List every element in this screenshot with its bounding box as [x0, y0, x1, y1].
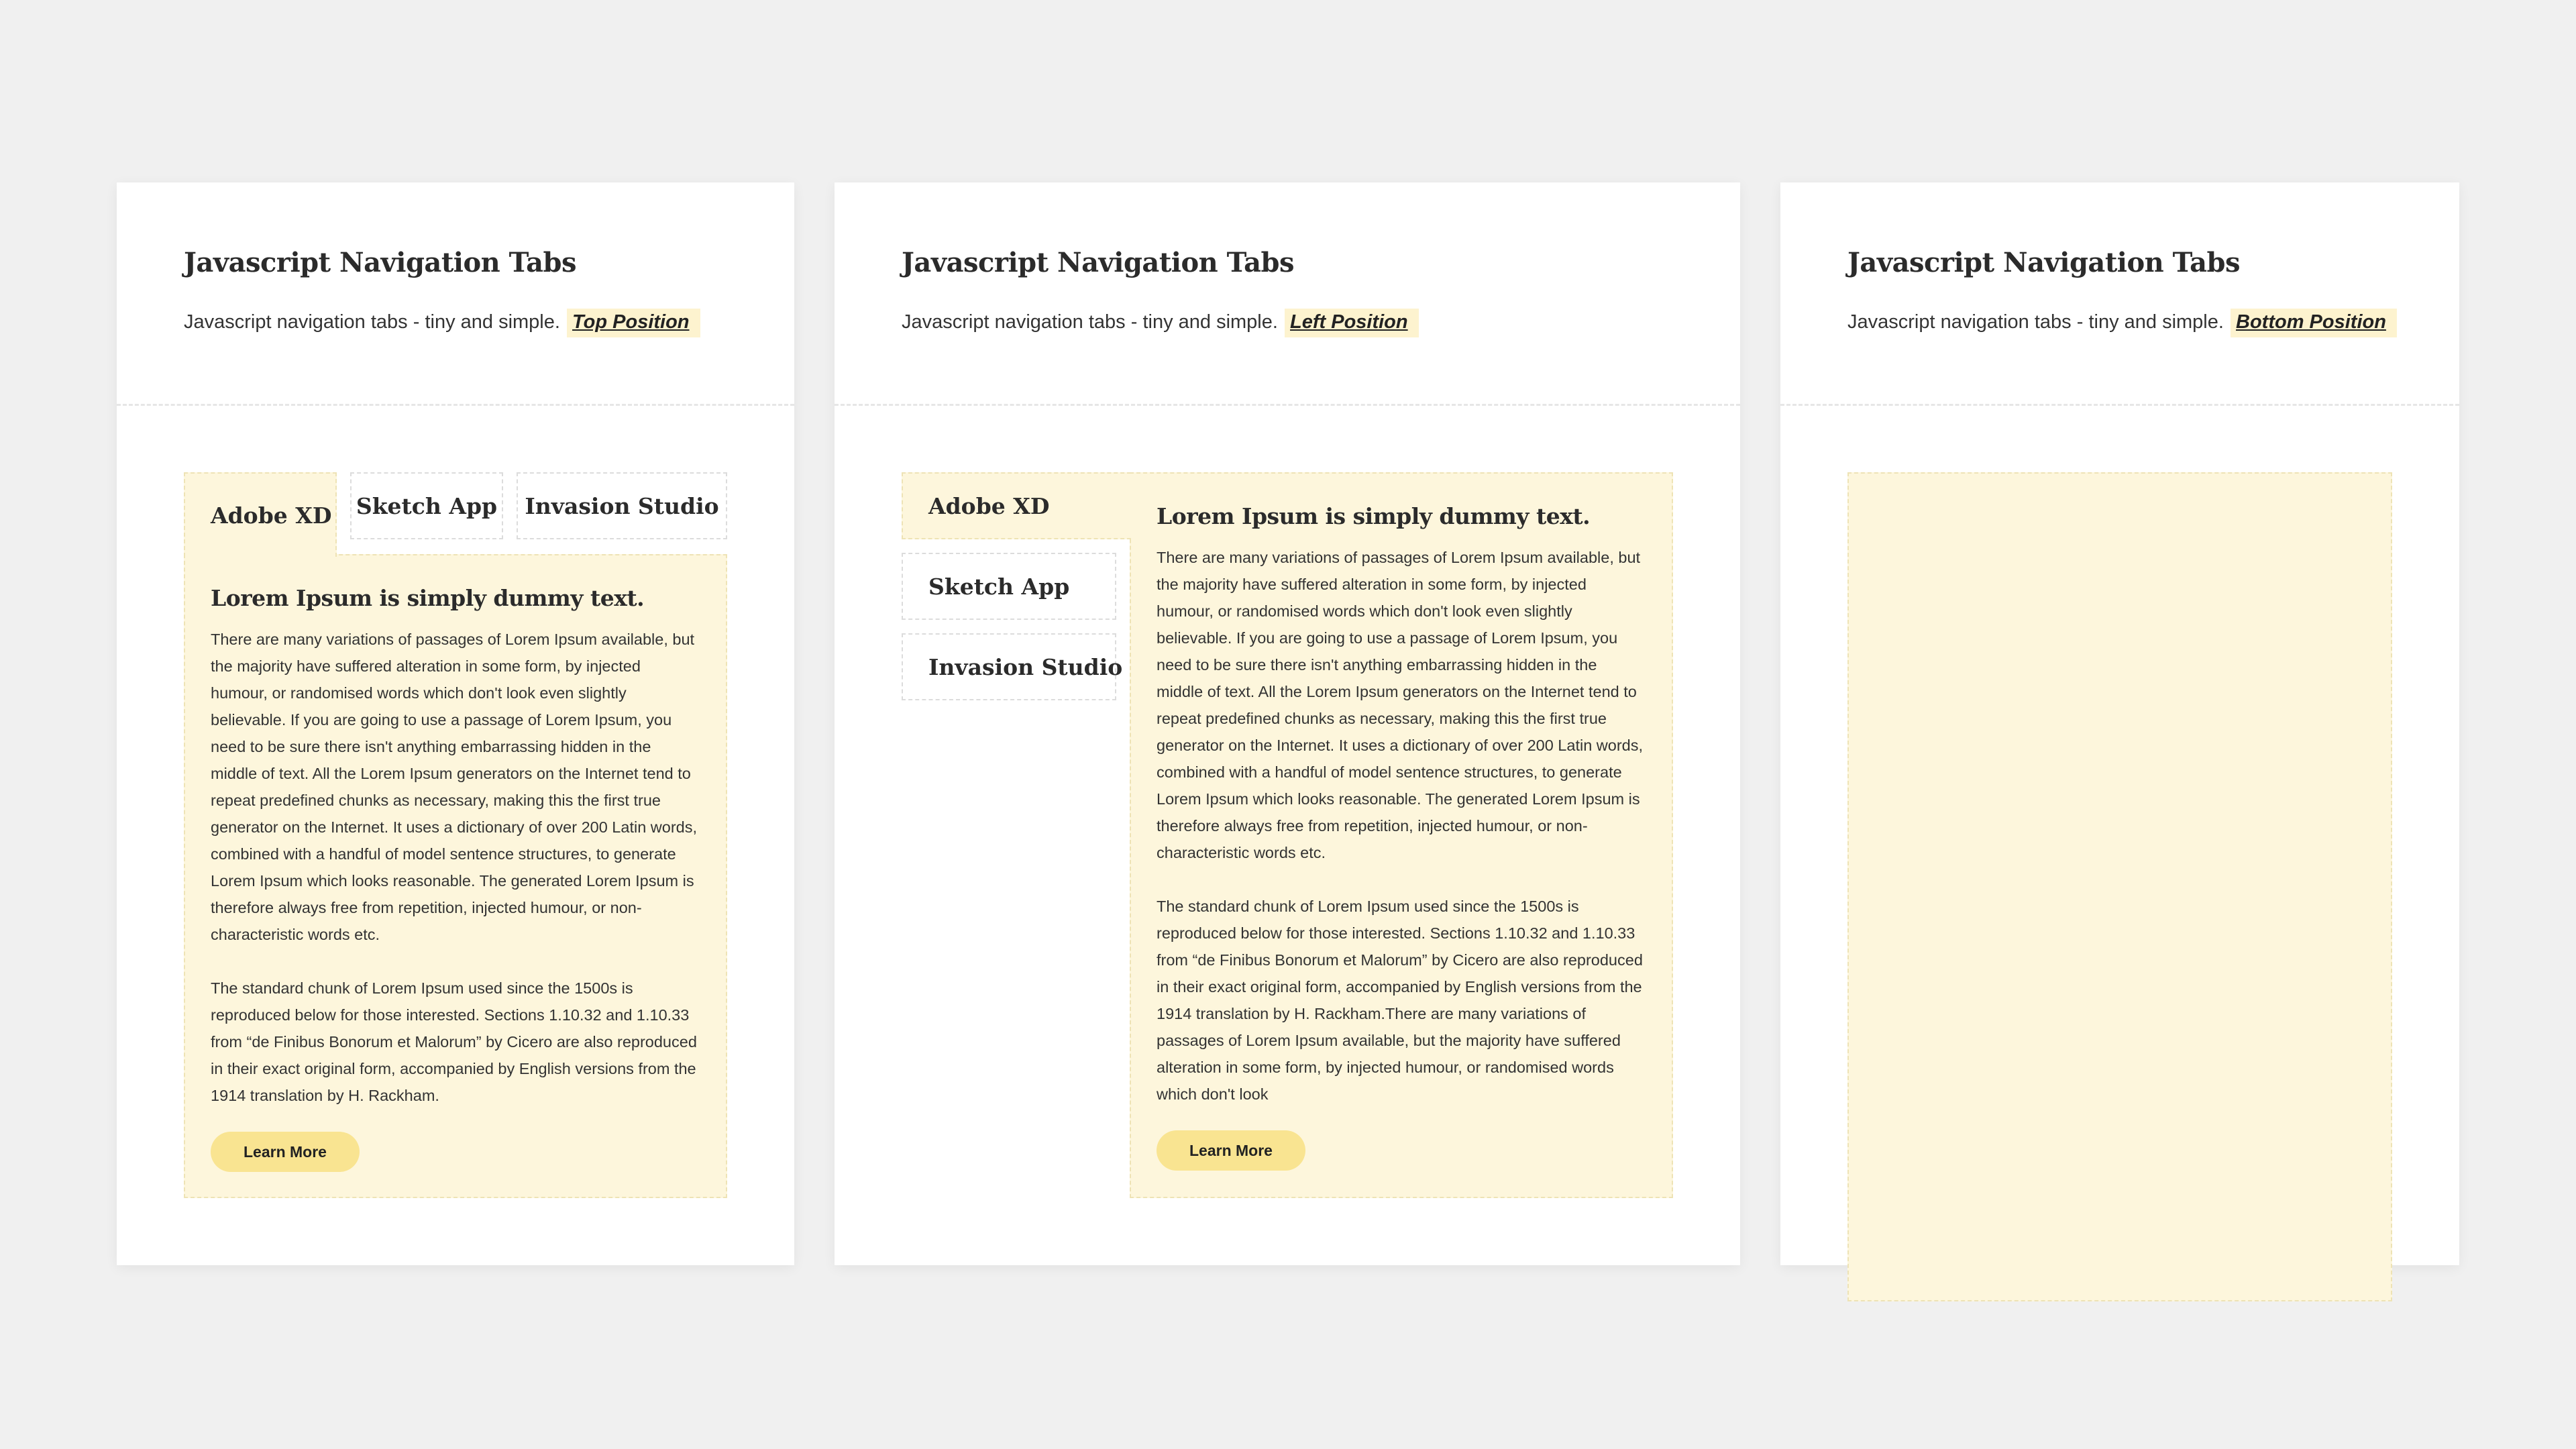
learn-more-button[interactable]: Learn More: [1157, 1130, 1305, 1171]
card-subtitle: Javascript navigation tabs - tiny and si…: [902, 309, 1419, 337]
card-subtitle: Javascript navigation tabs - tiny and si…: [1847, 309, 2397, 337]
tab-panel-body: [1847, 472, 2392, 1301]
tab-invasion-studio[interactable]: Invasion Studio: [902, 633, 1122, 700]
panel-paragraph: The standard chunk of Lorem Ipsum used s…: [1157, 898, 1643, 1103]
card-header: Javascript Navigation Tabs Javascript na…: [117, 182, 794, 406]
position-tag: Left Position: [1285, 309, 1419, 337]
tab-adobe-xd[interactable]: Adobe XD: [902, 472, 1131, 539]
card-subtitle-text: Javascript navigation tabs - tiny and si…: [184, 311, 560, 333]
position-tag: Bottom Position: [2231, 309, 2397, 337]
panel-heading: Lorem Ipsum is simply dummy text.: [1157, 503, 1591, 529]
panel-paragraph: There are many variations of passages of…: [211, 631, 698, 943]
card-header: Javascript Navigation Tabs Javascript na…: [835, 182, 1740, 406]
position-tag: Top Position: [567, 309, 700, 337]
card-subtitle-text: Javascript navigation tabs - tiny and si…: [1847, 311, 2224, 333]
card-left-position: Javascript Navigation Tabs Javascript na…: [835, 182, 1740, 1265]
panel-heading: Lorem Ipsum is simply dummy text.: [211, 585, 645, 611]
tab-adobe-xd[interactable]: Adobe XD: [184, 472, 337, 557]
card-bottom-position: Javascript Navigation Tabs Javascript na…: [1780, 182, 2459, 1301]
card-title: Javascript Navigation Tabs: [902, 247, 1295, 278]
card-subtitle-text: Javascript navigation tabs - tiny and si…: [902, 311, 1278, 333]
tab-panel: Lorem Ipsum is simply dummy text. There …: [1130, 472, 1673, 1198]
tab-sketch-app[interactable]: Sketch App: [350, 472, 503, 539]
panel-paragraph: There are many variations of passages of…: [1157, 549, 1644, 861]
tab-sketch-app[interactable]: Sketch App: [902, 553, 1116, 620]
card-subtitle: Javascript navigation tabs - tiny and si…: [184, 309, 700, 337]
card-header: Javascript Navigation Tabs Javascript na…: [1780, 182, 2459, 406]
panel-paragraph: The standard chunk of Lorem Ipsum used s…: [211, 979, 697, 1104]
tab-invasion-studio[interactable]: Invasion Studio: [517, 472, 727, 539]
card-title: Javascript Navigation Tabs: [1847, 247, 2241, 278]
tab-panel: Lorem Ipsum is simply dummy text. There …: [184, 554, 727, 1198]
card-top-position: Javascript Navigation Tabs Javascript na…: [117, 182, 794, 1265]
card-title: Javascript Navigation Tabs: [184, 247, 577, 278]
learn-more-button[interactable]: Learn More: [211, 1132, 360, 1172]
